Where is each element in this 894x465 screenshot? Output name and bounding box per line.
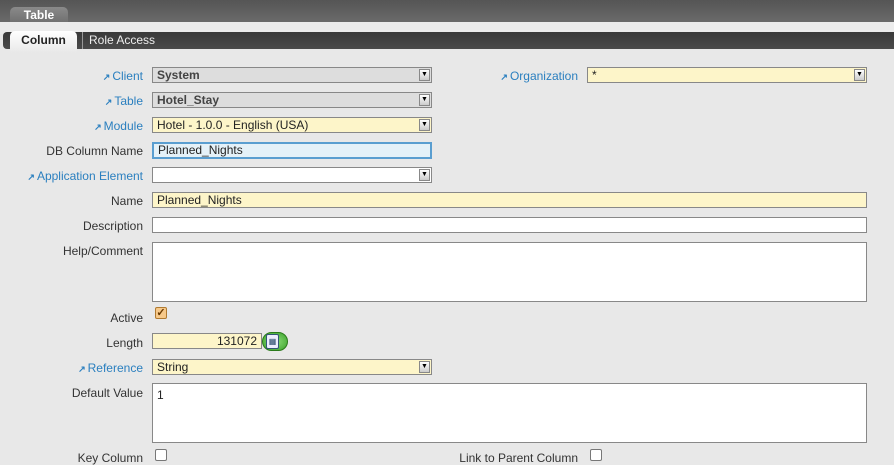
help-comment-label: Help/Comment xyxy=(62,244,143,258)
table-label[interactable]: Table xyxy=(105,94,143,108)
tab-column[interactable]: Column xyxy=(10,31,77,53)
description-input[interactable] xyxy=(152,217,867,233)
table-value: Hotel_Stay xyxy=(157,93,220,107)
organization-select[interactable]: * ▼ xyxy=(587,67,867,83)
db-column-name-input[interactable]: Planned_Nights xyxy=(152,142,432,159)
link-parent-column-checkbox[interactable] xyxy=(590,449,602,461)
organization-value: * xyxy=(592,68,597,82)
module-value: Hotel - 1.0.0 - English (USA) xyxy=(157,118,309,132)
organization-label[interactable]: Organization xyxy=(500,69,578,83)
chevron-down-icon[interactable]: ▼ xyxy=(419,94,430,106)
key-column-label: Key Column xyxy=(77,451,143,465)
chevron-down-icon[interactable]: ▼ xyxy=(419,361,430,373)
tab-role-access[interactable]: Role Access xyxy=(82,32,155,49)
table-select[interactable]: Hotel_Stay ▼ xyxy=(152,92,432,108)
reference-value: String xyxy=(157,360,189,374)
description-label: Description xyxy=(82,219,143,233)
calculator-icon: ▦ xyxy=(266,334,279,349)
length-input[interactable]: 131072 xyxy=(152,333,262,349)
reference-select[interactable]: String ▼ xyxy=(152,359,432,375)
window-tab-bar xyxy=(0,0,894,22)
calculator-button[interactable]: ▦ xyxy=(262,332,288,351)
length-label: Length xyxy=(106,336,143,350)
client-select[interactable]: System ▼ xyxy=(152,67,432,83)
key-column-checkbox[interactable] xyxy=(155,449,167,461)
chevron-down-icon[interactable]: ▼ xyxy=(854,69,865,81)
client-value: System xyxy=(157,68,200,82)
name-input[interactable]: Planned_Nights xyxy=(152,192,867,208)
application-element-select[interactable]: ▼ xyxy=(152,167,432,183)
module-select[interactable]: Hotel - 1.0.0 - English (USA) ▼ xyxy=(152,117,432,133)
client-label[interactable]: Client xyxy=(103,69,143,83)
default-value-textarea[interactable]: 1 xyxy=(152,383,867,443)
help-comment-textarea[interactable] xyxy=(152,242,867,302)
db-column-name-label: DB Column Name xyxy=(46,144,143,158)
chevron-down-icon[interactable]: ▼ xyxy=(419,169,430,181)
chevron-down-icon[interactable]: ▼ xyxy=(419,119,430,131)
link-parent-column-label: Link to Parent Column xyxy=(459,451,578,465)
active-checkbox[interactable]: ✓ xyxy=(155,307,167,319)
default-value-label: Default Value xyxy=(71,386,143,400)
reference-label[interactable]: Reference xyxy=(78,361,143,375)
active-label: Active xyxy=(110,311,143,325)
application-element-label[interactable]: Application Element xyxy=(27,169,143,183)
module-label[interactable]: Module xyxy=(94,119,143,133)
chevron-down-icon[interactable]: ▼ xyxy=(419,69,430,81)
name-label: Name xyxy=(110,194,143,208)
